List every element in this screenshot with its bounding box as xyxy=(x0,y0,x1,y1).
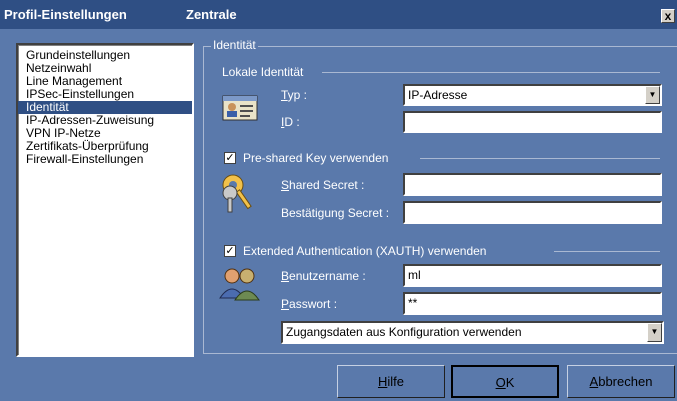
type-label: Typ : xyxy=(281,88,308,102)
password-input[interactable]: ** xyxy=(403,292,662,315)
help-button[interactable]: Hilfe xyxy=(337,365,445,398)
title-bar: Profil-Einstellungen Zentrale x xyxy=(0,0,677,29)
credentials-source-select[interactable]: Zugangsdaten aus Konfiguration verwenden… xyxy=(281,321,664,344)
separator xyxy=(420,158,660,159)
window-title: Profil-Einstellungen xyxy=(4,7,127,22)
users-icon xyxy=(219,268,260,301)
credentials-source-value: Zugangsdaten aus Konfiguration verwenden xyxy=(286,325,522,339)
id-card-icon xyxy=(222,95,258,121)
chevron-down-icon[interactable]: ▼ xyxy=(645,86,660,104)
id-input[interactable] xyxy=(403,111,662,133)
confirm-secret-label: Bestätigung Secret : xyxy=(281,206,390,220)
separator xyxy=(322,72,660,73)
separator xyxy=(554,251,660,252)
keys-icon xyxy=(222,174,252,213)
profile-settings-dialog: Profil-Einstellungen Zentrale x Grundein… xyxy=(0,0,677,401)
list-item-firewall-einstellungen[interactable]: Firewall-Einstellungen xyxy=(18,153,192,166)
id-label: ID : xyxy=(281,115,300,129)
cancel-button[interactable]: Abbrechen xyxy=(567,365,675,398)
username-input[interactable]: ml xyxy=(403,264,662,287)
local-identity-heading: Lokale Identität xyxy=(222,65,304,79)
xauth-checkbox[interactable]: ✓ xyxy=(224,245,236,257)
type-select[interactable]: IP-Adresse ▼ xyxy=(403,84,662,106)
window-subtitle: Zentrale xyxy=(186,7,237,22)
type-select-value: IP-Adresse xyxy=(408,88,468,102)
pre-shared-key-label: Pre-shared Key verwenden xyxy=(243,151,389,165)
identity-group-title: Identität xyxy=(211,38,258,52)
close-button[interactable]: x xyxy=(661,9,675,23)
settings-category-list[interactable]: Grundeinstellungen Netzeinwahl Line Mana… xyxy=(16,43,194,357)
confirm-secret-input[interactable] xyxy=(403,201,662,224)
chevron-down-icon[interactable]: ▼ xyxy=(647,323,662,342)
ok-button[interactable]: OK xyxy=(451,365,559,398)
pre-shared-key-checkbox[interactable]: ✓ xyxy=(224,152,236,164)
password-label: Passwort : xyxy=(281,297,338,311)
close-icon: x xyxy=(664,9,672,23)
shared-secret-input[interactable] xyxy=(403,173,662,196)
shared-secret-label: Shared Secret : xyxy=(281,178,365,192)
xauth-label: Extended Authentication (XAUTH) verwende… xyxy=(243,244,487,258)
username-label: Benutzername : xyxy=(281,269,366,283)
